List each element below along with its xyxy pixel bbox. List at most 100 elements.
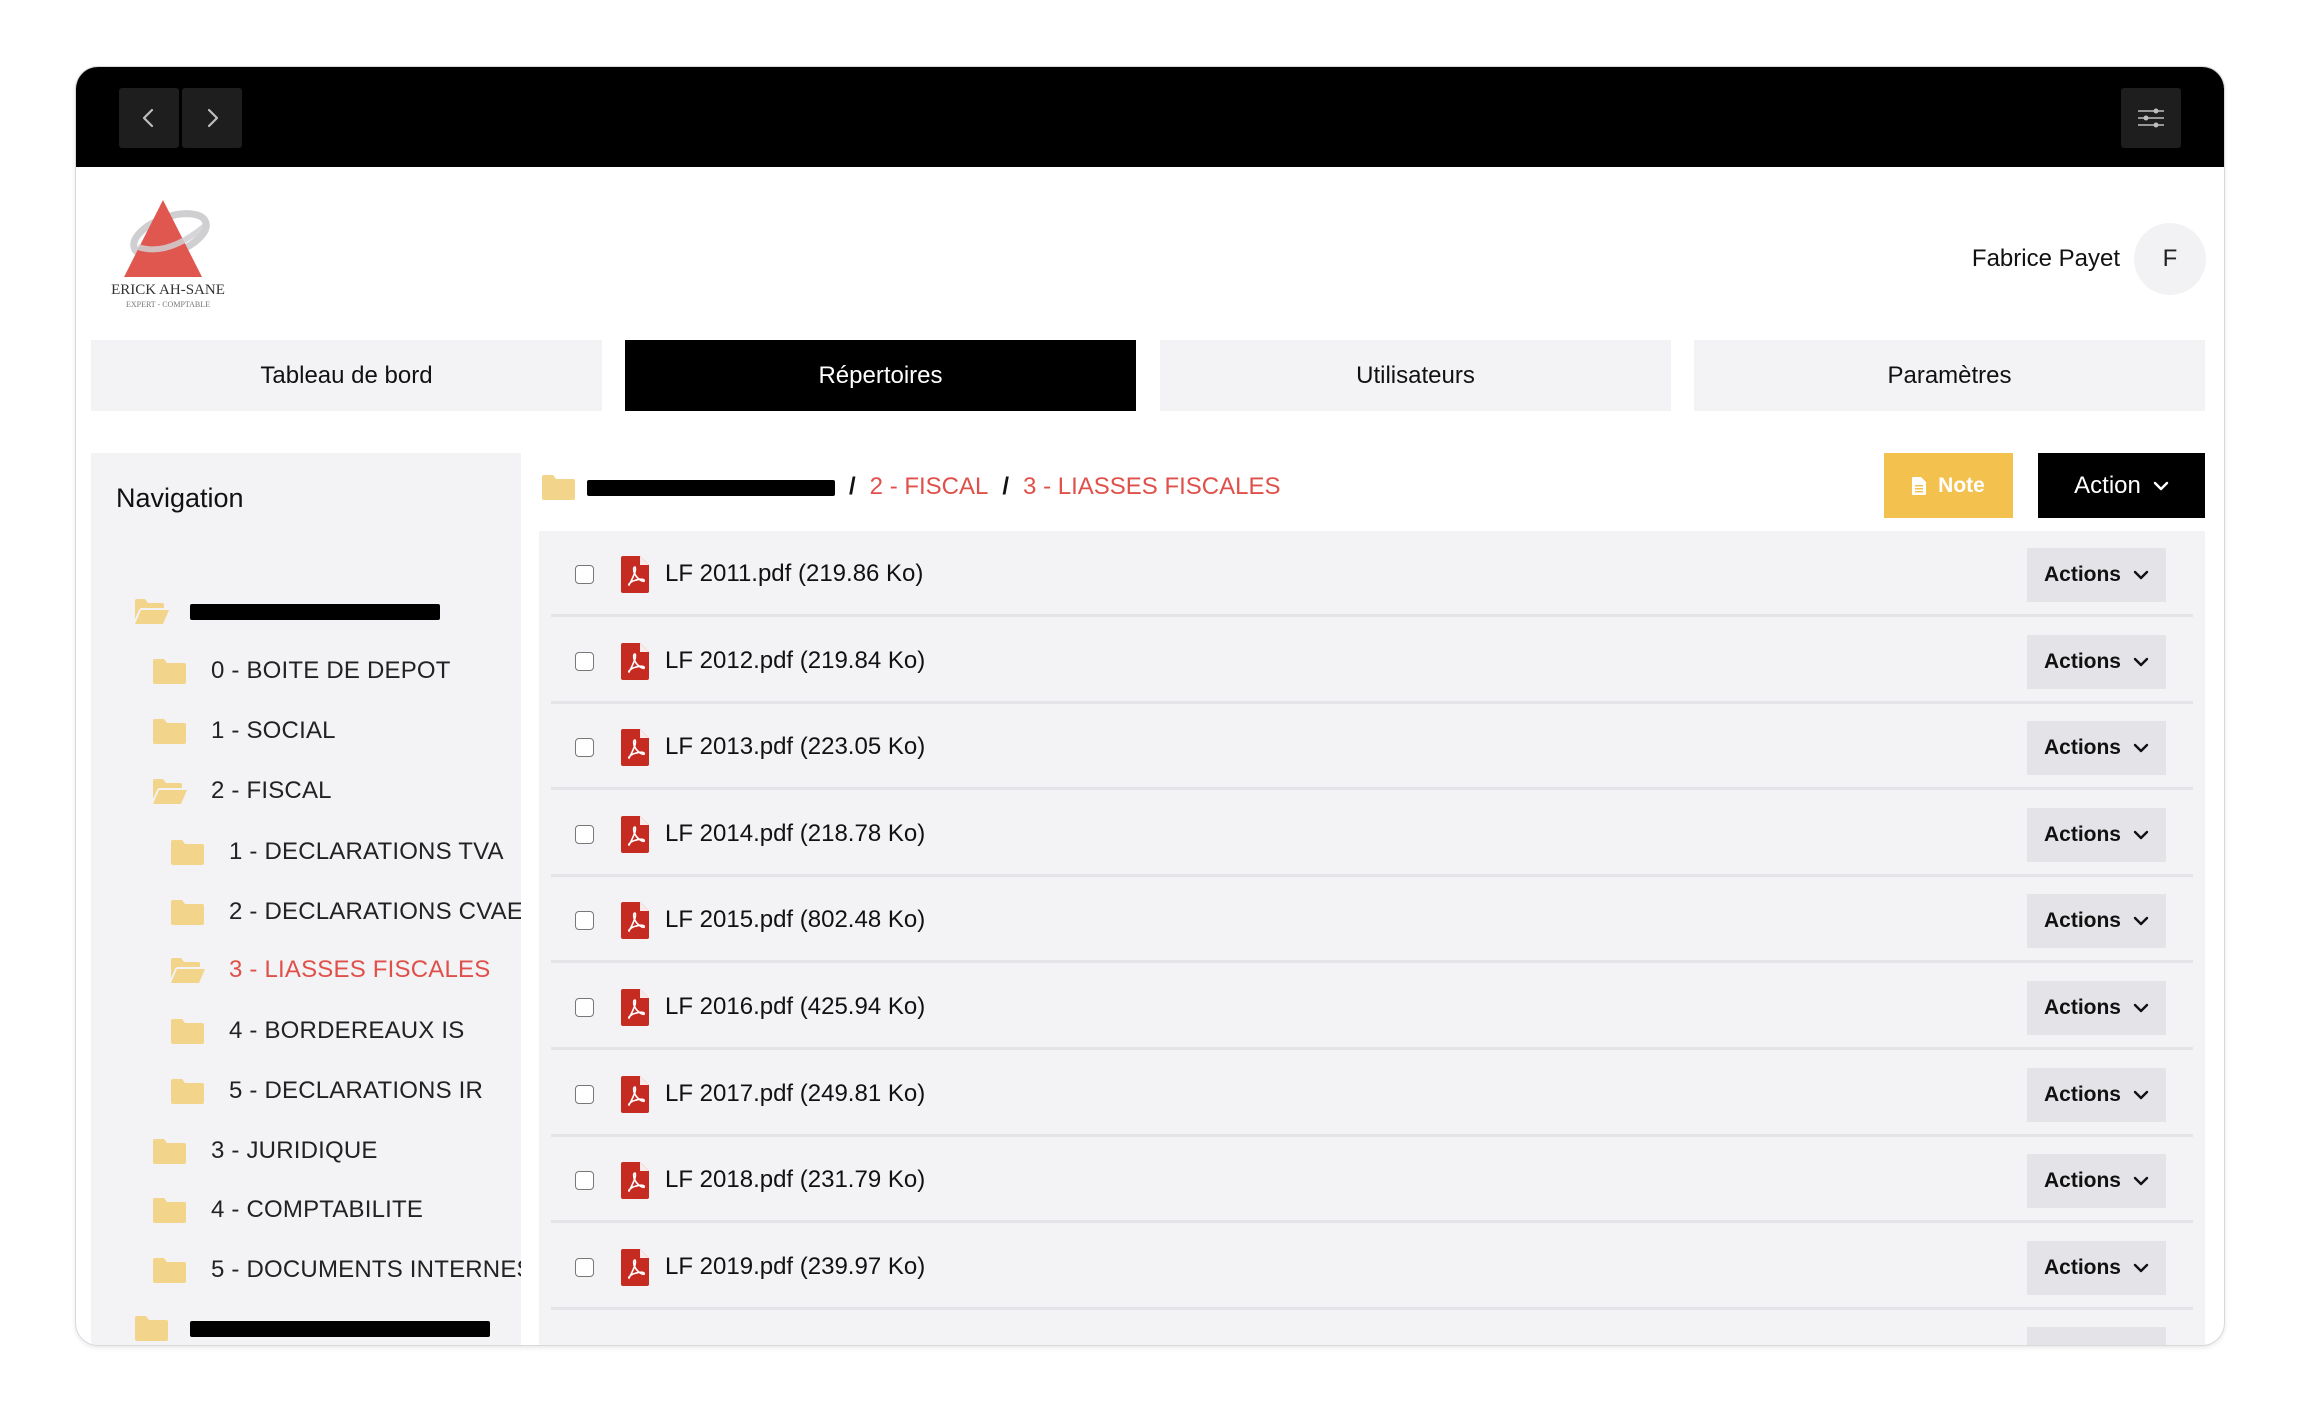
file-name[interactable]: LF 2011.pdf (219.86 Ko) [665,560,923,588]
file-actions-button[interactable]: Actions [2027,721,2166,776]
sidebar-folder-item[interactable]: 5 - DOCUMENTS INTERNES [151,1250,521,1290]
file-checkbox[interactable] [575,824,594,844]
file-name[interactable]: LF 2013.pdf (223.05 Ko) [665,733,925,761]
file-name[interactable]: LF 2016.pdf (425.94 Ko) [665,993,925,1021]
chevron-down-icon [2133,1176,2149,1186]
sidebar-folder-item[interactable]: 2 - DECLARATIONS CVAE - [169,892,521,932]
company-logo: ERICK AH-SANE EXPERT - COMPTABLE [98,195,238,313]
file-actions-button[interactable]: Actions [2027,807,2166,862]
document-icon [1912,476,1927,495]
navigation-sidebar: Navigation 0 - BOITE DE DEPOT 1 - SOCIAL 2… [91,453,521,1345]
breadcrumb-liasses-fiscales[interactable]: 3 - LIASSES FISCALES [1023,473,1280,501]
sidebar-folder-item[interactable]: 1 - DECLARATIONS TVA [169,832,504,872]
pdf-file-icon [621,729,649,767]
folder-icon [153,719,186,744]
tab-repertoires[interactable]: Répertoires [625,340,1136,411]
pdf-file-icon [621,989,649,1026]
chevron-down-icon [2133,830,2149,839]
user-menu[interactable]: Fabrice Payet F [1972,223,2206,295]
sidebar-folder-item[interactable]: 1 - SOCIAL [151,711,336,751]
sidebar-folder-item[interactable]: 2 - FISCAL [151,771,332,811]
sidebar-item-label: 0 - BOITE DE DEPOT [211,657,451,684]
file-actions-button[interactable]: Actions [2027,1240,2166,1295]
action-dropdown-button[interactable]: Action [2038,453,2205,518]
pdf-file-icon [621,1075,649,1113]
breadcrumb-separator: / [849,473,856,500]
file-row [551,1310,2193,1345]
file-name[interactable]: LF 2012.pdf (219.84 Ko) [665,647,925,675]
file-name[interactable]: LF 2019.pdf (239.97 Ko) [665,1253,925,1281]
breadcrumb: / 2 - FISCAL / 3 - LIASSES FISCALES [540,467,1280,507]
sidebar-item-label: 1 - SOCIAL [211,717,336,744]
sidebar-item-label: 5 - DECLARATIONS IR [229,1077,484,1104]
avatar[interactable]: F [2134,223,2206,295]
actions-label: Actions [2043,909,2121,933]
folder-icon [153,659,186,684]
logo-icon: ERICK AH-SANE EXPERT - COMPTABLE [111,200,225,309]
sidebar-folder-item[interactable]: 3 - JURIDIQUE [151,1131,378,1171]
forward-button[interactable] [182,88,242,148]
back-button[interactable] [119,88,179,148]
sidebar-folder-item[interactable]: 4 - COMPTABILITE [151,1190,423,1230]
file-checkbox[interactable] [575,1257,594,1277]
breadcrumb-root[interactable] [587,473,835,501]
pdf-file-icon [621,815,649,853]
sidebar-folder-item[interactable] [133,1308,490,1345]
chevron-down-icon [2133,1090,2149,1099]
sidebar-folder-item[interactable]: 0 - BOITE DE DEPOT [151,651,451,691]
file-row: LF 2015.pdf (802.48 Ko) Actions [551,877,2193,964]
sidebar-folder-item[interactable]: 4 - BORDEREAUX IS [169,1011,464,1051]
breadcrumb-separator: / [1002,473,1010,500]
file-row: LF 2018.pdf (231.79 Ko) Actions [551,1137,2193,1224]
sidebar-folder-item[interactable] [133,591,440,631]
file-actions-button[interactable]: Actions [2027,548,2166,602]
folder-icon [542,475,575,500]
file-checkbox[interactable] [575,565,594,584]
file-actions-button[interactable]: Actions [2027,1067,2166,1122]
file-actions-button[interactable]: Actions [2027,981,2166,1035]
sidebar-item-label [190,1314,490,1342]
file-name[interactable]: LF 2018.pdf (231.79 Ko) [665,1166,925,1194]
folder-icon [135,1316,168,1341]
file-checkbox[interactable] [575,651,594,671]
tab-utilisateurs[interactable]: Utilisateurs [1160,340,1671,411]
file-row: LF 2017.pdf (249.81 Ko) Actions [551,1051,2193,1137]
file-row: LF 2011.pdf (219.86 Ko) Actions [551,531,2193,617]
folder-open-icon [171,958,205,983]
pdf-file-icon [621,642,649,680]
actions-label: Actions [2043,1169,2121,1193]
sidebar-folder-item[interactable]: 5 - DECLARATIONS IR [169,1071,483,1111]
pdf-file-icon [621,1248,649,1286]
logo-subtitle: EXPERT - COMPTABLE [126,300,210,309]
logo-name: ERICK AH-SANE [111,282,225,298]
file-name[interactable]: LF 2014.pdf (218.78 Ko) [665,820,925,848]
actions-label: Actions [2043,1255,2121,1279]
file-checkbox[interactable] [575,1084,594,1104]
file-checkbox[interactable] [575,911,594,931]
file-actions-button[interactable]: Actions [2027,1154,2166,1209]
pdf-file-icon [621,556,649,593]
file-actions-button[interactable]: Actions [2027,634,2166,689]
file-actions-button[interactable]: Actions [2027,894,2166,949]
file-row: LF 2016.pdf (425.94 Ko) Actions [551,964,2193,1050]
sidebar-item-label: 3 - LIASSES FISCALES [229,956,491,983]
file-name[interactable]: LF 2017.pdf (249.81 Ko) [665,1080,925,1108]
file-checkbox[interactable] [575,1171,594,1191]
sidebar-folder-item[interactable]: 3 - LIASSES FISCALES [169,950,490,990]
breadcrumb-fiscal[interactable]: 2 - FISCAL [870,473,989,501]
file-checkbox[interactable] [575,738,594,758]
folder-icon [171,900,204,925]
settings-button[interactable] [2121,88,2181,148]
folder-icon [153,1258,186,1283]
sidebar-item-label: 3 - JURIDIQUE [211,1137,378,1164]
file-actions-button[interactable] [2027,1327,2166,1345]
tab-tableau-de-bord[interactable]: Tableau de bord [91,340,602,411]
actions-label: Actions [2043,563,2121,586]
tab-parametres[interactable]: Paramètres [1694,340,2205,411]
note-label: Note [1938,473,1985,497]
sidebar-item-label: 5 - DOCUMENTS INTERNES [211,1256,521,1283]
action-label: Action [2074,471,2141,499]
file-name[interactable]: LF 2015.pdf (802.48 Ko) [665,906,925,934]
note-button[interactable]: Note [1884,453,2013,518]
file-checkbox[interactable] [575,998,594,1017]
